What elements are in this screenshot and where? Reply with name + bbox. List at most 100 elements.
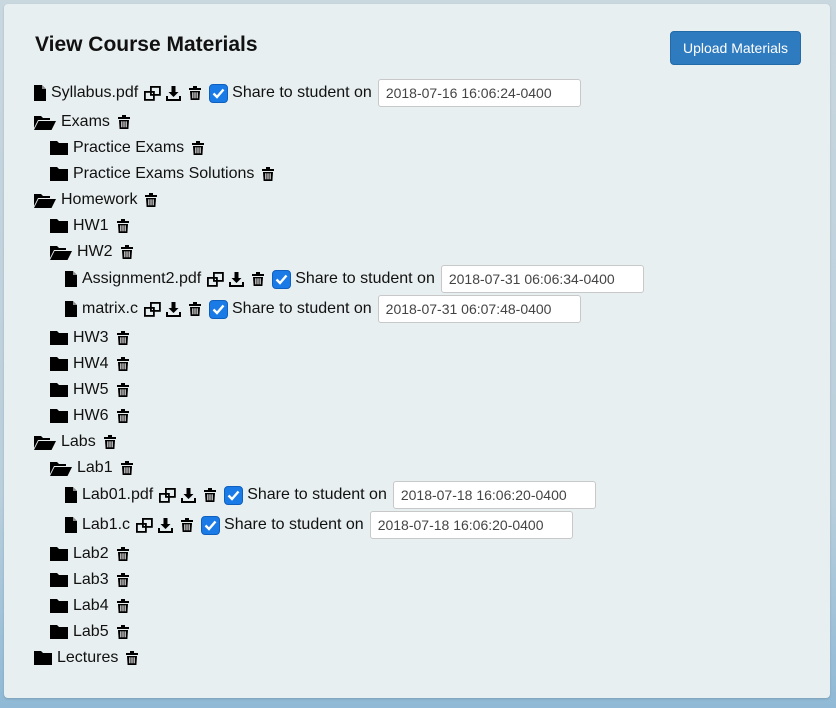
file-name[interactable]: Lab1.c <box>82 516 130 534</box>
file-name[interactable]: matrix.c <box>82 300 138 318</box>
share-checkbox[interactable] <box>224 485 244 505</box>
folder-open-icon <box>34 193 56 208</box>
trash-icon[interactable] <box>116 357 129 371</box>
folder-icon <box>50 625 68 639</box>
file-name[interactable]: Lab01.pdf <box>82 486 153 504</box>
copy-icon[interactable] <box>207 271 224 287</box>
folder-name[interactable]: HW3 <box>73 329 109 347</box>
trash-icon[interactable] <box>204 488 217 502</box>
trash-icon[interactable] <box>116 625 129 639</box>
trash-icon[interactable] <box>145 193 158 207</box>
trash-icon[interactable] <box>116 573 129 587</box>
folder-name[interactable]: Lab1 <box>77 459 113 477</box>
file-icon <box>34 85 46 101</box>
trash-icon[interactable] <box>181 518 194 532</box>
folder-name[interactable]: Lab5 <box>73 623 109 641</box>
trash-icon[interactable] <box>192 141 205 155</box>
trash-icon[interactable] <box>103 435 116 449</box>
folder-name[interactable]: Exams <box>61 113 110 131</box>
trash-icon[interactable] <box>252 272 265 286</box>
download-icon[interactable] <box>166 301 181 317</box>
folder-icon <box>50 357 68 371</box>
folder-row-hw3: HW3 <box>50 325 129 351</box>
file-icon <box>65 271 77 287</box>
copy-icon[interactable] <box>159 487 176 503</box>
trash-icon[interactable] <box>116 331 129 345</box>
folder-icon <box>50 167 68 181</box>
folder-name[interactable]: Practice Exams Solutions <box>73 165 254 183</box>
share-date-input[interactable] <box>377 295 581 323</box>
folder-row-homework: Homework <box>34 187 158 213</box>
folder-row-hw5: HW5 <box>50 377 129 403</box>
folder-name[interactable]: Lab3 <box>73 571 109 589</box>
folder-row-lab3: Lab3 <box>50 567 129 593</box>
share-date-input[interactable] <box>392 481 596 509</box>
share-date-input[interactable] <box>377 79 581 107</box>
copy-icon[interactable] <box>136 517 153 533</box>
folder-name[interactable]: Lab2 <box>73 545 109 563</box>
trash-icon[interactable] <box>189 302 201 316</box>
file-row-lab01-pdf: Lab01.pdf Share to student on <box>65 481 596 509</box>
trash-icon[interactable] <box>126 651 139 665</box>
page-title: View Course Materials <box>35 33 258 56</box>
trash-icon[interactable] <box>116 409 129 423</box>
folder-open-icon <box>34 435 56 450</box>
download-icon[interactable] <box>166 85 182 101</box>
trash-icon[interactable] <box>120 461 133 475</box>
file-row-syllabus: Syllabus.pdf Share to student on <box>34 79 581 107</box>
share-label: Share to student on <box>232 84 372 101</box>
trash-icon[interactable] <box>116 383 129 397</box>
file-icon <box>65 301 77 317</box>
trash-icon[interactable] <box>116 219 129 233</box>
folder-name[interactable]: HW1 <box>73 217 109 235</box>
file-icon <box>65 487 77 503</box>
folder-icon <box>50 383 68 397</box>
download-icon[interactable] <box>181 487 197 503</box>
download-icon[interactable] <box>229 271 245 287</box>
folder-name[interactable]: HW4 <box>73 355 109 373</box>
share-date-input[interactable] <box>440 265 644 293</box>
folder-open-icon <box>50 461 72 476</box>
share-label: Share to student on <box>232 300 372 317</box>
folder-name[interactable]: Homework <box>61 191 137 209</box>
folder-row-exams: Exams <box>34 109 130 135</box>
share-checkbox[interactable] <box>209 83 229 103</box>
folder-name[interactable]: HW5 <box>73 381 109 399</box>
folder-name[interactable]: Lab4 <box>73 597 109 615</box>
file-row-lab1-c: Lab1.c Share to student on <box>65 511 573 539</box>
file-row-matrix: matrix.c Share to student on <box>65 295 581 323</box>
folder-row-lab4: Lab4 <box>50 593 129 619</box>
copy-icon[interactable] <box>144 85 161 101</box>
folder-name[interactable]: HW2 <box>77 243 113 261</box>
share-date-input[interactable] <box>369 511 573 539</box>
file-icon <box>65 517 77 533</box>
folder-icon <box>50 331 68 345</box>
folder-icon <box>50 219 68 233</box>
upload-materials-button[interactable]: Upload Materials <box>670 31 801 65</box>
folder-name[interactable]: HW6 <box>73 407 109 425</box>
download-icon[interactable] <box>158 517 174 533</box>
trash-icon[interactable] <box>116 547 129 561</box>
share-checkbox[interactable] <box>272 269 292 289</box>
file-name[interactable]: Syllabus.pdf <box>51 84 138 102</box>
share-label: Share to student on <box>247 486 387 503</box>
folder-name[interactable]: Practice Exams <box>73 139 184 157</box>
folder-row-labs: Labs <box>34 429 116 455</box>
trash-icon[interactable] <box>116 599 129 613</box>
copy-icon[interactable] <box>144 301 161 317</box>
share-checkbox[interactable] <box>209 299 228 319</box>
folder-name[interactable]: Lectures <box>57 649 118 667</box>
folder-name[interactable]: Labs <box>61 433 96 451</box>
folder-open-icon <box>34 115 56 130</box>
trash-icon[interactable] <box>262 167 275 181</box>
folder-row-lab1: Lab1 <box>50 455 133 481</box>
trash-icon[interactable] <box>117 115 130 129</box>
share-label: Share to student on <box>224 516 364 533</box>
trash-icon[interactable] <box>189 86 202 100</box>
trash-icon[interactable] <box>120 245 133 259</box>
folder-row-lectures: Lectures <box>34 645 139 671</box>
folder-row-hw2: HW2 <box>50 239 133 265</box>
share-checkbox[interactable] <box>201 515 221 535</box>
file-name[interactable]: Assignment2.pdf <box>82 270 201 288</box>
folder-icon <box>50 547 68 561</box>
